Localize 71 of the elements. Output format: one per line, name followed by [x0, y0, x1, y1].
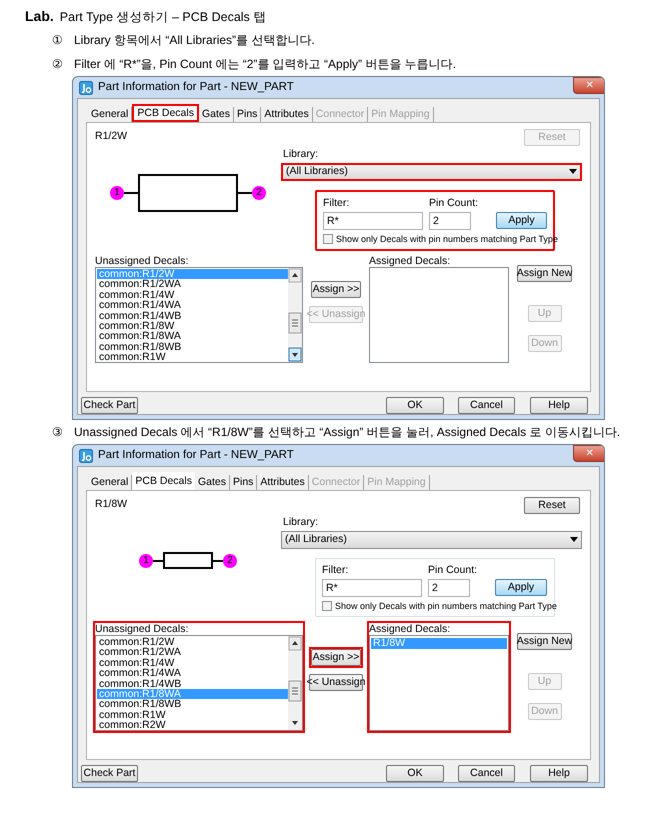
list-item[interactable]: common:R1/2WA — [97, 279, 288, 290]
list-item[interactable]: common:R1/8W — [97, 321, 288, 332]
heading-text: Part Type 생성하기 – PCB Decals 탭 — [60, 9, 266, 26]
pin-count-field[interactable]: 2 — [428, 578, 470, 596]
field-label: Filter: — [323, 196, 350, 211]
tab[interactable]: PCB Decals — [132, 472, 195, 490]
list-item[interactable]: common:R1/4WA — [97, 300, 288, 311]
tab[interactable]: PCB Decals — [132, 104, 199, 122]
list-label: Unassigned Decals: — [95, 255, 190, 267]
window-title: Part Information for Part - NEW_PART — [98, 448, 294, 463]
step-number: ① — [52, 32, 63, 49]
apply-button[interactable]: Apply — [495, 578, 548, 596]
field-label: Pin Count: — [428, 562, 478, 578]
pin-marker: 1 — [139, 554, 153, 568]
check-part-button[interactable]: Check Part — [81, 765, 138, 782]
list-item[interactable]: common:R1W — [97, 710, 288, 720]
tab[interactable]: Attributes — [261, 107, 313, 122]
apply-button[interactable]: Apply — [496, 212, 547, 228]
step-number: ③ — [52, 424, 63, 441]
field-label: Filter: — [322, 562, 350, 578]
step-text: Library 항목에서 “All Libraries”를 선택합니다. — [74, 32, 315, 49]
library-dropdown[interactable]: (All Libraries) — [281, 530, 582, 549]
reset-button[interactable]: Reset — [524, 497, 580, 514]
pin-marker: 1 — [110, 186, 124, 200]
field-label: Pin Count: — [429, 196, 478, 211]
list-label: Assigned Decals: — [369, 255, 452, 267]
cancel-button[interactable]: Cancel — [458, 765, 515, 782]
step-number: ② — [52, 56, 63, 73]
part-name: R1/8W — [95, 497, 128, 512]
list-item[interactable]: common:R1/2W — [97, 637, 288, 648]
step-text: Unassigned Decals 에서 “R1/8W”를 선택하고 “Assign” 버튼을 눌러, Assigned Decals 로 이동시킵니다. — [74, 424, 620, 441]
list-item[interactable]: common:R1/4W — [97, 658, 288, 668]
pin-marker: 2 — [223, 554, 237, 568]
list-item[interactable]: common:R1/4WA — [97, 668, 288, 679]
list-item[interactable]: common:R1/8WA — [97, 331, 288, 342]
filter-field[interactable]: R* — [322, 578, 422, 596]
pin-marker: 2 — [252, 186, 266, 200]
field-label: Library: — [283, 515, 320, 530]
checkbox-label: Show only Decals with pin numbers matching Part Type — [335, 600, 557, 613]
list-item[interactable]: common:R1/4WB — [97, 310, 288, 322]
decal-list[interactable]: common:R1/2W common:R1/2WA common:R1/4W common:R1/4WA common:R1/4WB common:R1/8W common:R1/8WA common:R1/8WB common:R1W — [95, 267, 303, 363]
pin-count-field[interactable]: 2 — [429, 212, 471, 230]
unassign-button[interactable]: << Unassign — [309, 674, 363, 691]
library-dropdown[interactable]: (All Libraries) — [281, 162, 582, 181]
assign-button[interactable]: Assign >> — [311, 281, 361, 298]
list-item[interactable]: common:R1/8WB — [97, 699, 288, 710]
assign-new-button[interactable]: Assign New — [517, 633, 572, 650]
list-item[interactable]: common:R2W — [97, 720, 288, 731]
list-item[interactable]: common:R1/4W — [97, 290, 288, 300]
list-label: Assigned Decals: — [369, 623, 452, 635]
help-button[interactable]: Help — [530, 765, 588, 782]
tab[interactable]: Attributes — [257, 475, 309, 490]
list-item[interactable]: common:R1/2WA — [97, 647, 288, 658]
assign-button[interactable]: Assign >> — [311, 649, 361, 666]
field-label: Library: — [283, 147, 320, 162]
assign-new-button[interactable]: Assign New — [517, 265, 572, 282]
list-item[interactable]: common:R1W — [97, 352, 288, 363]
part-name: R1/2W — [95, 129, 128, 144]
filter-field[interactable]: R* — [323, 212, 423, 230]
list-item[interactable]: common:R1/4WB — [97, 678, 288, 690]
cancel-button[interactable]: Cancel — [458, 397, 515, 414]
ok-button[interactable]: OK — [386, 397, 444, 414]
list-item[interactable]: common:R1/8WB — [97, 342, 288, 352]
ok-button[interactable]: OK — [386, 765, 444, 782]
check-part-button[interactable]: Check Part — [81, 397, 138, 414]
decal-list[interactable]: common:R1/2W common:R1/2WA common:R1/4W common:R1/4WA common:R1/4WB common:R1/8WA common:R1/8WB common:R1W common:R2W — [95, 635, 303, 731]
step-text: Filter 에 “R*”을, Pin Count 에는 “2”를 입력하고 “Apply” 버튼을 누릅니다. — [74, 56, 456, 73]
help-button[interactable]: Help — [530, 397, 588, 414]
window-title: Part Information for Part - NEW_PART — [98, 80, 294, 95]
list-label: Unassigned Decals: — [95, 623, 190, 635]
lab-label: Lab. — [25, 7, 54, 26]
